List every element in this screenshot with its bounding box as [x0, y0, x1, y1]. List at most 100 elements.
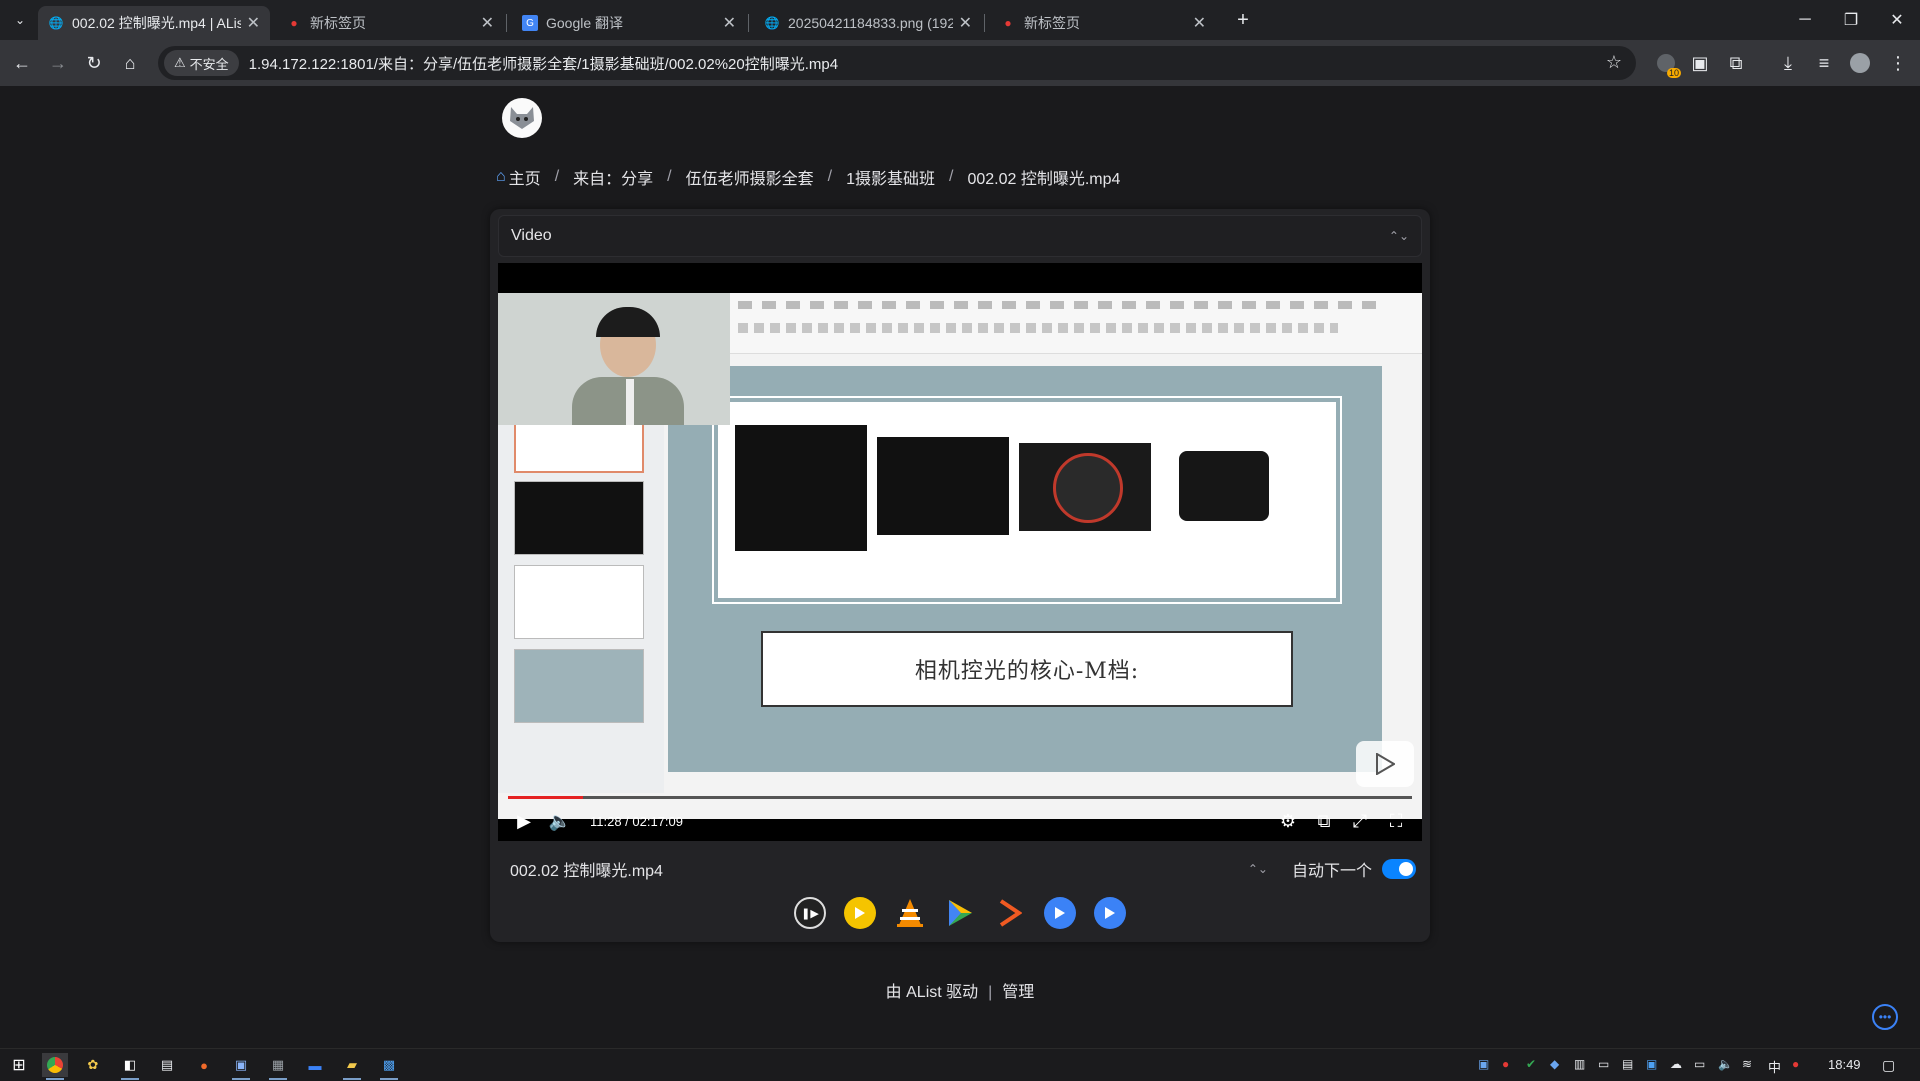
previewer-select[interactable]: Video ⌃⌄ [498, 215, 1422, 257]
tray-app-icon[interactable]: ◆ [1550, 1057, 1559, 1071]
app-taskbar-icon[interactable]: ▤ [154, 1053, 180, 1077]
file-explorer-icon[interactable]: ▰ [339, 1053, 365, 1080]
forward-arrow-icon[interactable]: → [44, 49, 72, 77]
up-down-chevron-icon[interactable]: ⌃⌄ [1248, 862, 1268, 876]
breadcrumb-item[interactable]: 1摄影基础班 [846, 165, 935, 189]
playlist-current[interactable]: 002.02 控制曝光.mp4 [510, 857, 1248, 881]
player-controls: ▶ 🔈 11:28 / 02:17:09 ⚙ ⧉ ⤢ ⛶ [498, 801, 1422, 841]
powered-by-link[interactable]: 由 AList 驱动 [886, 984, 978, 1001]
app-taskbar-icon[interactable]: ● [191, 1053, 217, 1077]
tray-app-icon[interactable]: ▥ [1574, 1057, 1585, 1071]
close-tab-icon[interactable]: ✕ [481, 13, 494, 33]
site-logo[interactable] [502, 98, 542, 138]
time-display: 11:28 / 02:17:09 [590, 813, 684, 829]
settings-gear-icon[interactable]: ⚙ [1270, 801, 1306, 841]
breadcrumb-item[interactable]: 来自：分享 [573, 165, 653, 189]
play-icon[interactable]: ▶ [506, 801, 542, 841]
notification-icon[interactable]: ▢ [1882, 1057, 1895, 1074]
breadcrumb-home[interactable]: 主页 [509, 165, 541, 189]
tab-search-chevron-icon[interactable]: ⌄ [6, 6, 34, 34]
url-text[interactable]: 1.94.172.122:1801/来自：分享/伍伍老师摄影全套/1摄影基础班/… [249, 53, 838, 74]
app-taskbar-icon[interactable]: ▣ [228, 1053, 254, 1080]
browser-toolbar: ← → ↻ ⌂ ⚠ 不安全 1.94.172.122:1801/来自：分享/伍伍… [0, 40, 1920, 86]
nplayer-icon[interactable] [1044, 897, 1076, 929]
more-ellipsis-icon[interactable]: ••• [1872, 1004, 1898, 1030]
tray-app-icon[interactable]: ▭ [1598, 1057, 1609, 1071]
ime-app-icon[interactable]: ● [1792, 1057, 1799, 1071]
slide-thumb [514, 565, 644, 639]
potplayer-icon[interactable] [844, 897, 876, 929]
speaker-icon[interactable]: 🔈 [1718, 1057, 1733, 1071]
media-queue-icon[interactable]: ≡ [1810, 49, 1838, 77]
bookmark-star-icon[interactable]: ☆ [1606, 52, 1622, 73]
fullscreen-icon[interactable]: ⛶ [1378, 801, 1414, 841]
battery-icon[interactable]: ▭ [1694, 1057, 1705, 1071]
camera-photo [735, 425, 867, 551]
close-tab-icon[interactable]: ✕ [247, 13, 260, 33]
vlc-icon[interactable] [894, 897, 926, 929]
address-bar[interactable]: ⚠ 不安全 1.94.172.122:1801/来自：分享/伍伍老师摄影全套/1… [158, 46, 1636, 80]
close-window-icon[interactable]: ✕ [1874, 0, 1920, 40]
progress-bar[interactable] [508, 796, 1412, 799]
breadcrumb-item-current[interactable]: 002.02 控制曝光.mp4 [967, 165, 1120, 189]
ime-indicator[interactable]: 中 [1768, 1057, 1781, 1076]
breadcrumb-item[interactable]: 伍伍老师摄影全套 [686, 165, 814, 189]
clock[interactable]: 18:49 [1828, 1057, 1861, 1072]
minimize-icon[interactable]: ─ [1782, 0, 1828, 40]
new-tab-button[interactable]: + [1229, 6, 1257, 34]
picture-in-picture-icon[interactable]: ⧉ [1306, 801, 1342, 841]
extension-icon[interactable]: 10 [1652, 49, 1681, 78]
mx-player-icon[interactable] [994, 897, 1026, 929]
close-tab-icon[interactable]: ✕ [1193, 13, 1206, 33]
tab-title: 20250421184833.png (1920× [788, 15, 953, 31]
page-footer: 由 AList 驱动 | 管理 [0, 978, 1920, 1002]
wifi-icon[interactable]: ≋ [1742, 1057, 1752, 1071]
close-tab-icon[interactable]: ✕ [723, 13, 736, 33]
tray-app-icon[interactable]: ▣ [1478, 1057, 1489, 1071]
app-taskbar-icon[interactable]: ▩ [376, 1053, 402, 1080]
close-tab-icon[interactable]: ✕ [959, 13, 972, 33]
tray-app-icon[interactable]: ● [1502, 1057, 1509, 1071]
home-icon[interactable]: ⌂ [116, 49, 144, 77]
ide-taskbar-icon[interactable]: ◧ [117, 1053, 143, 1080]
puzzle-extensions-icon[interactable]: ⧉ [1722, 49, 1750, 77]
iina-icon[interactable]: ❚▶ [794, 897, 826, 929]
tab-screenshot-png[interactable]: 🌐 20250421184833.png (1920× ✕ [754, 6, 982, 40]
app-taskbar-icon[interactable]: ▬ [302, 1053, 328, 1077]
web-fullscreen-icon[interactable]: ⤢ [1342, 801, 1378, 841]
tab-newtab-2[interactable]: ● 新标签页 ✕ [990, 6, 1216, 40]
tab-newtab-1[interactable]: ● 新标签页 ✕ [276, 6, 504, 40]
app-taskbar-icon[interactable]: ▦ [265, 1053, 291, 1080]
cloud-icon[interactable]: ☁ [1670, 1057, 1682, 1071]
footer-separator: | [988, 984, 993, 1001]
tray-app-icon[interactable]: ▤ [1622, 1057, 1633, 1071]
reload-icon[interactable]: ↻ [80, 49, 108, 77]
tab-google-translate[interactable]: G Google 翻译 ✕ [512, 6, 746, 40]
breadcrumb-separator: / [827, 168, 833, 185]
app-taskbar-icon[interactable]: ✿ [80, 1053, 106, 1077]
tray-app-icon[interactable]: ▣ [1646, 1057, 1657, 1071]
security-chip[interactable]: ⚠ 不安全 [164, 50, 239, 76]
restore-icon[interactable]: ❐ [1828, 0, 1874, 40]
slide-canvas: 相机控光的核心-M档: [668, 366, 1382, 772]
chrome-taskbar-icon[interactable] [42, 1053, 68, 1080]
big-play-icon[interactable] [1356, 741, 1414, 787]
video-player[interactable]: 相机控光的核心-M档: ▶ 🔈 11:28 / 02:17:09 ⚙ ⧉ ⤢ ⛶ [498, 263, 1422, 841]
tray-check-icon[interactable]: ✔ [1526, 1057, 1536, 1071]
manage-link[interactable]: 管理 [1002, 984, 1034, 1001]
profile-avatar-icon[interactable] [1846, 49, 1874, 77]
windows-start-icon[interactable]: ⊞ [6, 1053, 32, 1077]
download-icon[interactable]: ⤓ [1774, 49, 1802, 77]
tab-alist[interactable]: 🌐 002.02 控制曝光.mp4 | AList ✕ [38, 6, 270, 40]
video-frame: 相机控光的核心-M档: [498, 293, 1422, 819]
breadcrumb-separator: / [948, 168, 954, 185]
reading-glasses-icon[interactable]: ▣ [1686, 49, 1714, 77]
menu-kebab-icon[interactable]: ⋮ [1884, 49, 1912, 77]
fileball-icon[interactable] [1094, 897, 1126, 929]
volume-icon[interactable]: 🔈 [542, 801, 578, 841]
infuse-icon[interactable] [944, 897, 976, 929]
back-arrow-icon[interactable]: ← [8, 49, 36, 77]
progress-fill [508, 796, 584, 799]
autoplay-toggle[interactable] [1382, 859, 1416, 879]
security-label: 不安全 [189, 56, 229, 72]
